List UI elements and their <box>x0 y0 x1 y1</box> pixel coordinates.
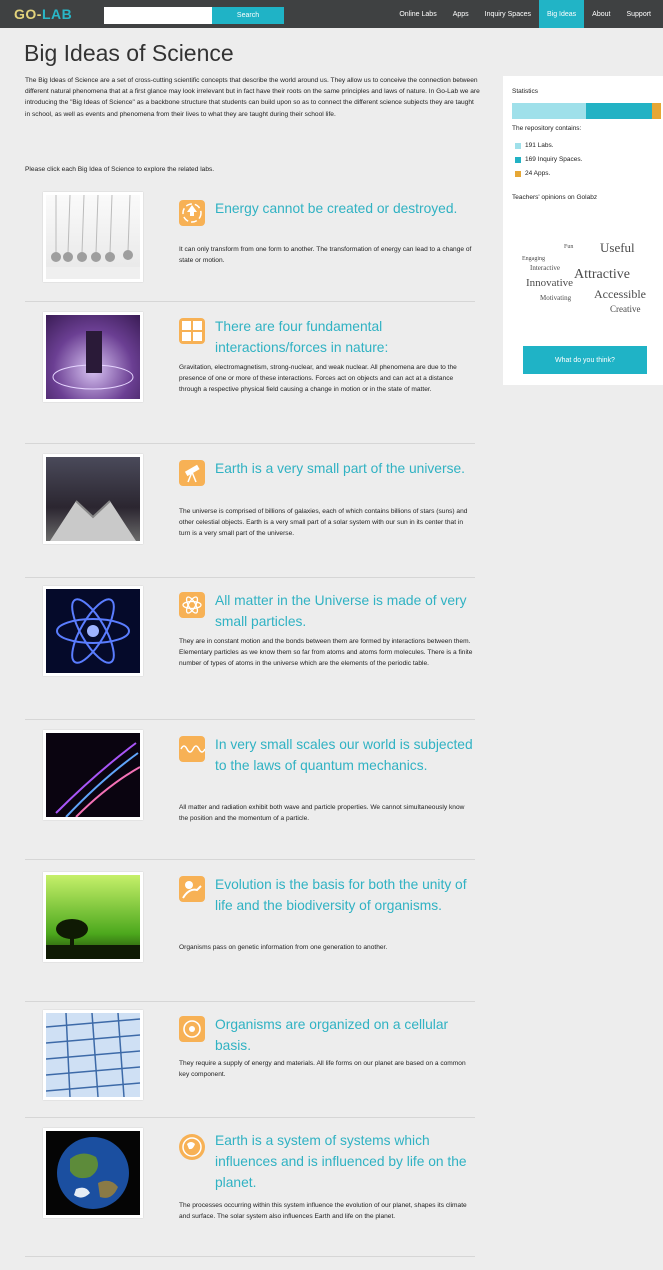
idea-description: Gravitation, electromagnetism, strong-nu… <box>179 364 457 394</box>
golab-logo[interactable]: GO-LAB <box>14 6 72 22</box>
idea-description: They are in constant motion and the bond… <box>179 638 473 668</box>
cells-image <box>46 1013 140 1097</box>
stats-bar-inquiry-spaces <box>586 103 652 119</box>
idea-description: Organisms pass on genetic information fr… <box>179 944 388 951</box>
nav-inquiry-spaces[interactable]: Inquiry Spaces <box>477 0 539 28</box>
stats-bar-apps <box>651 103 661 119</box>
idea-description: All matter and radiation exhibit both wa… <box>179 804 465 823</box>
what-do-you-think-button[interactable]: What do you think? <box>523 346 647 374</box>
big-idea-particles[interactable]: All matter in the Universe is made of ve… <box>25 578 475 720</box>
legend-apps: 24 Apps. <box>515 170 550 177</box>
earth-icon <box>179 1134 205 1160</box>
monolith-image <box>52 331 134 390</box>
intro-text: The Big Ideas of Science are a set of cr… <box>25 77 480 118</box>
legend-swatch <box>515 142 521 149</box>
idea-title[interactable]: Evolution is the basis for both the unit… <box>215 874 475 916</box>
cloud-word: Engaging <box>522 256 545 262</box>
light-waves-image <box>55 742 140 817</box>
idea-title[interactable]: Earth is a system of systems which influ… <box>215 1130 475 1193</box>
idea-thumbnail[interactable] <box>43 312 143 402</box>
cloud-word: Interactive <box>530 264 560 272</box>
idea-description: They require a supply of energy and mate… <box>179 1060 466 1079</box>
instruction-text: Please click each Big Idea of Science to… <box>25 166 215 173</box>
cloud-word: Accessible <box>594 287 646 301</box>
big-idea-forces[interactable]: There are four fundamental interactions/… <box>25 302 475 444</box>
nav-big-ideas[interactable]: Big Ideas <box>538 0 585 28</box>
earth-image <box>57 1137 129 1209</box>
idea-thumbnail[interactable] <box>43 730 143 820</box>
idea-thumbnail[interactable] <box>43 454 143 544</box>
word-cloud-image[interactable]: Useful Attractive Innovative Accessible … <box>512 208 654 336</box>
big-idea-earth-systems[interactable]: Earth is a system of systems which influ… <box>25 1118 475 1256</box>
idea-title[interactable]: All matter in the Universe is made of ve… <box>215 590 475 632</box>
tree-image <box>46 919 140 959</box>
nav-about[interactable]: About <box>584 0 618 28</box>
legend-inquiry-spaces: 169 Inquiry Spaces. <box>515 156 582 163</box>
big-idea-cells[interactable]: Organisms are organized on a cellular ba… <box>25 1002 475 1118</box>
cloud-word: Creative <box>610 304 641 314</box>
top-navigation-bar: GO-LAB Search Online Labs Apps Inquiry S… <box>0 0 663 28</box>
idea-title[interactable]: In very small scales our world is subjec… <box>215 734 475 776</box>
idea-description: The universe is comprised of billions of… <box>179 508 468 538</box>
big-idea-quantum[interactable]: In very small scales our world is subjec… <box>25 720 475 860</box>
search-button[interactable]: Search <box>212 7 284 24</box>
big-idea-energy[interactable]: Energy cannot be created or destroyed. I… <box>25 192 475 302</box>
main-nav: Online Labs Apps Inquiry Spaces Big Idea… <box>391 0 659 28</box>
page-title: Big Ideas of Science <box>24 40 234 66</box>
idea-description: It can only transform from one form to a… <box>179 246 472 265</box>
idea-description: The processes occurring within this syst… <box>179 1202 467 1221</box>
nav-support[interactable]: Support <box>618 0 659 28</box>
statistics-sidebar: Statistics The repository contains: 191 … <box>503 76 663 385</box>
opinions-heading: Teachers' opinions on Golabz <box>512 194 598 201</box>
forces-icon <box>179 318 205 344</box>
legend-label: 24 Apps. <box>525 170 551 177</box>
idea-thumbnail[interactable] <box>43 192 143 282</box>
evolution-icon <box>179 876 205 902</box>
logo-part-1: GO- <box>14 6 42 22</box>
idea-thumbnail[interactable] <box>43 1010 143 1100</box>
big-idea-universe[interactable]: Earth is a very small part of the univer… <box>25 444 475 578</box>
legend-swatch <box>515 156 521 163</box>
stats-bar-labs <box>512 103 587 119</box>
divider <box>25 1256 475 1257</box>
atom-icon <box>179 592 205 618</box>
nav-apps[interactable]: Apps <box>445 0 477 28</box>
legend-label: 191 Labs. <box>525 142 554 149</box>
atom-image <box>56 598 130 664</box>
idea-thumbnail[interactable] <box>43 586 143 676</box>
nav-online-labs[interactable]: Online Labs <box>391 0 444 28</box>
cloud-word: Motivating <box>540 294 572 302</box>
stats-bar <box>512 103 661 119</box>
idea-title[interactable]: Earth is a very small part of the univer… <box>215 458 475 479</box>
legend-swatch <box>515 170 521 177</box>
recycle-icon <box>179 200 205 226</box>
logo-part-2: LAB <box>41 6 73 22</box>
idea-thumbnail[interactable] <box>43 1128 143 1218</box>
newtons-cradle-image <box>46 195 140 279</box>
telescope-icon <box>179 460 205 486</box>
legend-label: 169 Inquiry Spaces. <box>525 156 583 163</box>
observatory-image <box>50 500 136 541</box>
legend-labs: 191 Labs. <box>515 142 554 149</box>
big-idea-evolution[interactable]: Evolution is the basis for both the unit… <box>25 860 475 1002</box>
idea-title[interactable]: There are four fundamental interactions/… <box>215 316 475 358</box>
cloud-word: Useful <box>600 240 635 255</box>
cloud-word: Fun <box>564 244 573 250</box>
search-input[interactable] <box>104 7 212 24</box>
cell-icon <box>179 1016 205 1042</box>
statistics-heading: Statistics <box>512 88 539 95</box>
cloud-word: Attractive <box>574 267 630 282</box>
idea-title[interactable]: Organisms are organized on a cellular ba… <box>215 1014 475 1056</box>
idea-title[interactable]: Energy cannot be created or destroyed. <box>215 198 475 219</box>
cloud-word: Innovative <box>526 277 573 289</box>
idea-thumbnail[interactable] <box>43 872 143 962</box>
wave-icon <box>179 736 206 762</box>
repository-contains-label: The repository contains: <box>512 125 582 132</box>
